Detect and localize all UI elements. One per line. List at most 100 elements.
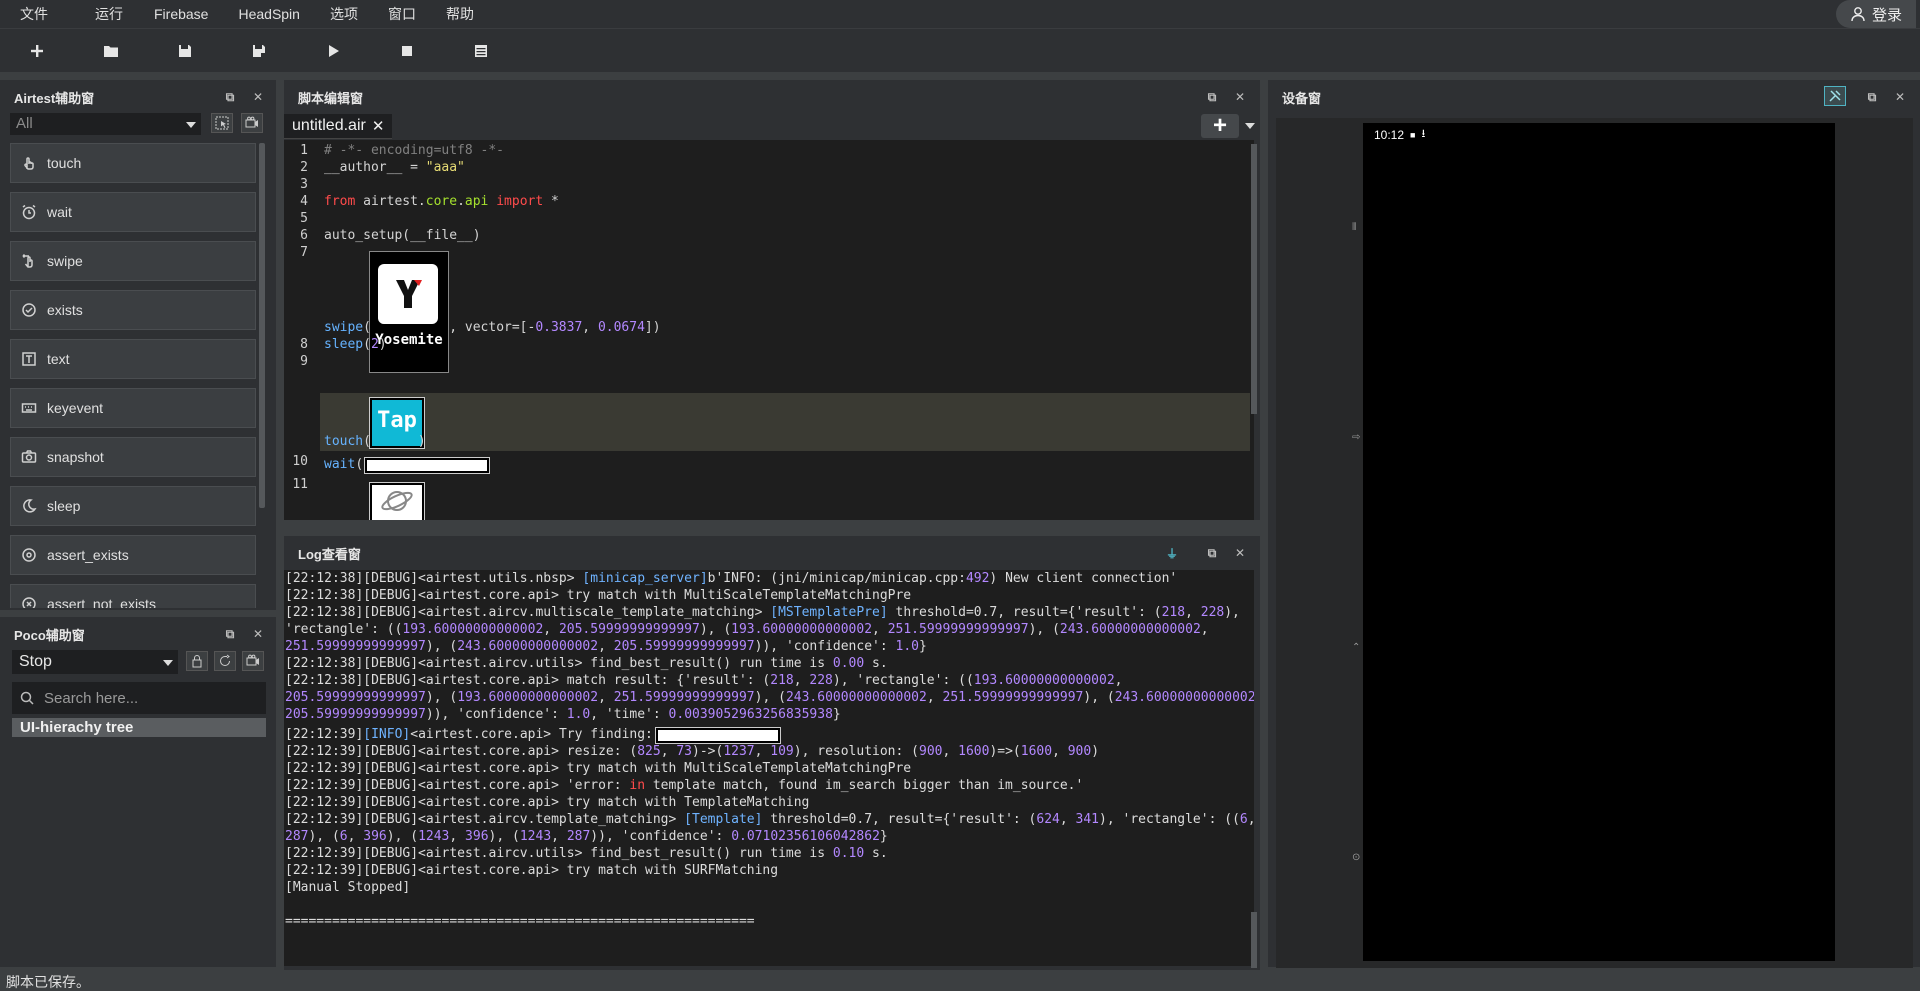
login-button[interactable]: 登录 bbox=[1836, 0, 1916, 28]
close-icon[interactable]: ✕ bbox=[244, 627, 272, 641]
api-swipe[interactable]: swipe bbox=[10, 241, 256, 281]
check-circle-icon bbox=[22, 303, 36, 317]
editor-scrollbar[interactable] bbox=[1251, 144, 1257, 414]
menu-key-icon[interactable]: ⦀ bbox=[1352, 222, 1356, 233]
float-icon[interactable]: ⧉ bbox=[1858, 90, 1886, 105]
image-template-yosemite[interactable]: Yosemite bbox=[369, 251, 449, 373]
poco-panel-header: Poco辅助窗 ⧉ ✕ bbox=[0, 617, 276, 651]
current-line-highlight bbox=[320, 393, 1250, 451]
poco-mode-select[interactable]: Stop bbox=[12, 650, 178, 674]
line-number: 2 bbox=[300, 160, 308, 175]
menu-file[interactable]: 文件 bbox=[0, 0, 63, 28]
toolbar bbox=[0, 28, 1920, 72]
record-script-button[interactable] bbox=[211, 113, 233, 133]
refresh-button[interactable] bbox=[214, 651, 236, 671]
code-editor[interactable]: 1 # -*- encoding=utf8 -*- 2 __author__ =… bbox=[284, 140, 1254, 520]
panel-controls: ⧉ ✕ bbox=[216, 617, 272, 651]
filter-icon[interactable]: ⏚ bbox=[1158, 545, 1186, 562]
save-as-icon bbox=[253, 44, 266, 58]
swipe-hand-icon bbox=[22, 253, 33, 268]
device-status-bar: 10:12 ■ ⭳ bbox=[1374, 125, 1425, 144]
snapshot-button[interactable] bbox=[241, 113, 263, 133]
camera-icon bbox=[21, 450, 37, 463]
stop-button[interactable] bbox=[370, 29, 444, 73]
log-line: 'rectangle': ((193.60000000000002, 205.5… bbox=[285, 622, 1209, 637]
menu-firebase[interactable]: Firebase bbox=[139, 0, 223, 28]
panel-controls: ⧉ ✕ bbox=[216, 80, 272, 114]
thumb-caption: Tap bbox=[377, 408, 417, 433]
alarm-icon bbox=[22, 204, 36, 220]
float-icon[interactable]: ⧉ bbox=[216, 627, 244, 642]
back-key-icon[interactable]: ⇨ bbox=[1352, 432, 1360, 443]
plus-icon bbox=[31, 44, 43, 57]
log-button[interactable] bbox=[444, 29, 518, 73]
menu-headspin[interactable]: HeadSpin bbox=[223, 0, 315, 28]
status-bar: 脚本已保存。 bbox=[0, 970, 1920, 991]
line-number: 1 bbox=[300, 143, 308, 158]
poco-record-button[interactable] bbox=[242, 651, 264, 671]
api-text[interactable]: text bbox=[10, 339, 256, 379]
hand-pointer-icon bbox=[24, 157, 34, 170]
api-sleep[interactable]: sleep bbox=[10, 486, 256, 526]
device-panel-title: 设备窗 bbox=[1282, 90, 1322, 106]
text-icon bbox=[22, 352, 36, 366]
save-as-button[interactable] bbox=[222, 29, 296, 73]
ui-hierarchy-tree-node[interactable]: UI-hierachy tree bbox=[12, 718, 266, 737]
api-list: touch wait swipe exists text keyevent sn… bbox=[10, 143, 256, 608]
close-icon[interactable]: ✕ bbox=[1226, 90, 1254, 104]
log-line: [22:12:38][DEBUG]<airtest.aircv.utils> f… bbox=[285, 656, 888, 671]
api-assert-not-exists[interactable]: assert_not_exists bbox=[10, 584, 256, 608]
select-region-icon bbox=[215, 116, 229, 130]
close-icon[interactable]: ✕ bbox=[244, 90, 272, 104]
api-list-scrollbar[interactable] bbox=[259, 143, 265, 508]
log-scrollbar[interactable] bbox=[1251, 912, 1257, 968]
device-tools-button[interactable] bbox=[1824, 86, 1846, 106]
api-wait[interactable]: wait bbox=[10, 192, 256, 232]
float-icon[interactable]: ⧉ bbox=[1198, 90, 1226, 105]
poco-search-input[interactable] bbox=[44, 689, 244, 707]
new-file-button[interactable] bbox=[0, 29, 74, 73]
menu-run[interactable]: 运行 bbox=[63, 0, 139, 28]
stop-icon bbox=[402, 45, 412, 56]
log-line: [22:12:38][DEBUG]<airtest.core.api> matc… bbox=[285, 673, 1123, 688]
poco-panel-title: Poco辅助窗 bbox=[14, 627, 85, 643]
api-exists[interactable]: exists bbox=[10, 290, 256, 330]
log-line: [Manual Stopped] bbox=[285, 880, 411, 895]
new-tab-button[interactable]: + bbox=[1201, 112, 1239, 139]
menu-options[interactable]: 选项 bbox=[315, 0, 373, 28]
airtest-filter-select[interactable]: All bbox=[10, 113, 201, 135]
float-icon[interactable]: ⧉ bbox=[216, 90, 244, 105]
tab-close-icon[interactable]: ✕ bbox=[372, 117, 385, 135]
code-line: swipe( , vector=[-0.3837, 0.0674]) bbox=[324, 320, 661, 335]
home-key-icon[interactable]: ⌃ bbox=[1352, 642, 1360, 653]
api-touch[interactable]: touch bbox=[10, 143, 256, 183]
log-panel-title: Log查看窗 bbox=[298, 546, 361, 562]
tab-untitled[interactable]: untitled.air ✕ bbox=[284, 114, 393, 139]
code-line: auto_setup(__file__) bbox=[324, 228, 481, 243]
download-icon: ⭳ bbox=[1421, 128, 1426, 140]
api-keyevent[interactable]: keyevent bbox=[10, 388, 256, 428]
menu-help[interactable]: 帮助 bbox=[431, 0, 489, 28]
code-line: from airtest.core.api import * bbox=[324, 194, 559, 209]
run-button[interactable] bbox=[296, 29, 370, 73]
target-icon bbox=[22, 548, 36, 562]
code-line: # -*- encoding=utf8 -*- bbox=[324, 143, 505, 158]
image-template-icon[interactable] bbox=[369, 482, 425, 520]
api-assert-exists[interactable]: assert_exists bbox=[10, 535, 256, 575]
close-icon[interactable]: ✕ bbox=[1886, 90, 1914, 104]
float-icon[interactable]: ⧉ bbox=[1198, 546, 1226, 561]
chevron-down-icon[interactable] bbox=[1245, 123, 1255, 129]
log-output[interactable]: [22:12:38][DEBUG]<airtest.utils.nbsp> [m… bbox=[284, 570, 1254, 966]
menu-window[interactable]: 窗口 bbox=[373, 0, 431, 28]
log-line: [22:12:39][DEBUG]<airtest.core.api> try … bbox=[285, 795, 810, 810]
lock-button[interactable] bbox=[186, 651, 208, 671]
log-image-thumb bbox=[655, 727, 781, 744]
power-key-icon[interactable]: ⊙ bbox=[1352, 852, 1360, 863]
device-screen[interactable] bbox=[1363, 123, 1835, 961]
close-icon[interactable]: ✕ bbox=[1226, 546, 1254, 560]
api-snapshot[interactable]: snapshot bbox=[10, 437, 256, 477]
line-number: 4 bbox=[300, 194, 308, 209]
image-template-wait[interactable] bbox=[364, 457, 490, 474]
save-button[interactable] bbox=[148, 29, 222, 73]
open-file-button[interactable] bbox=[74, 29, 148, 73]
